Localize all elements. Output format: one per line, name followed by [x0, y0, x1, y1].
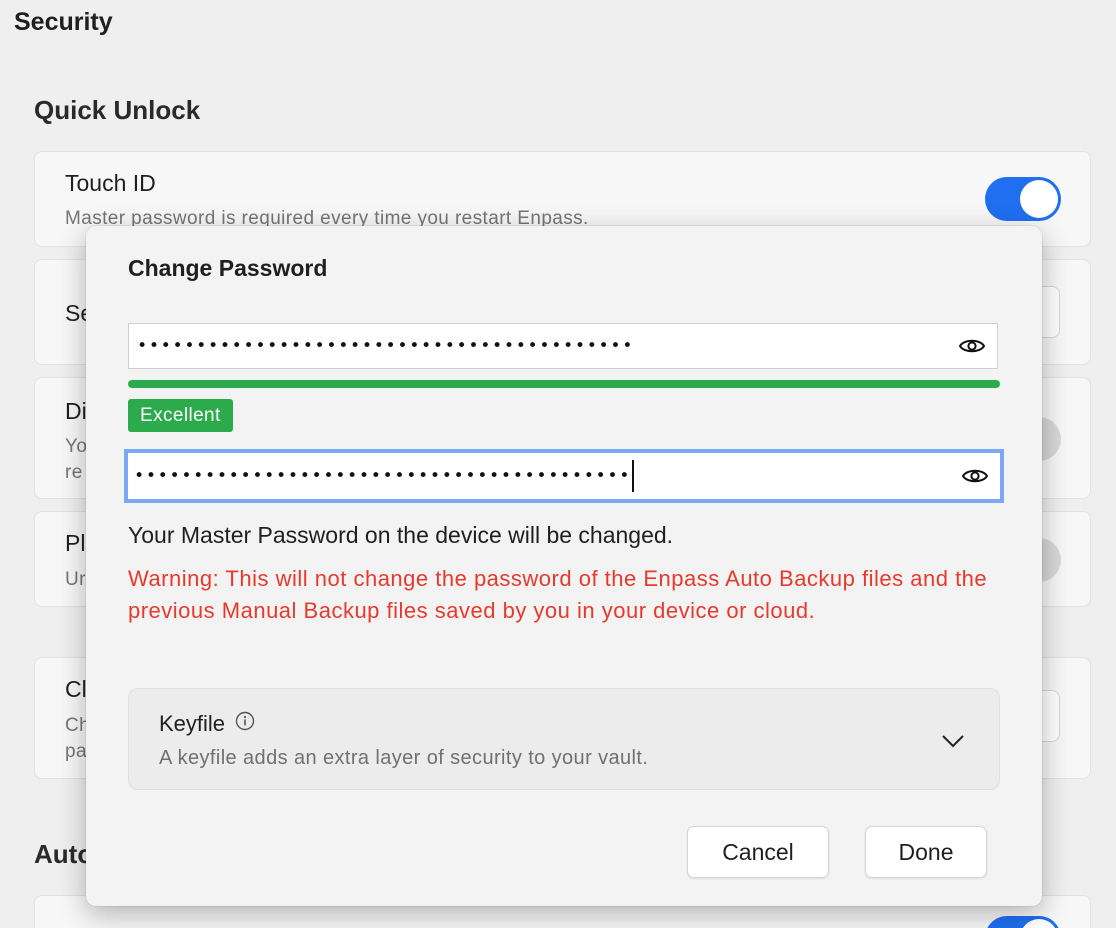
confirm-password-value: ••••••••••••••••••••••••••••••••••••••••… [128, 460, 950, 492]
keyfile-title-row: Keyfile [159, 711, 255, 737]
card-5-title: Cl [65, 676, 87, 702]
text-caret [632, 460, 635, 492]
keyfile-title: Keyfile [159, 711, 226, 736]
card-3-title: Di [65, 398, 87, 424]
page-title: Security [14, 8, 113, 36]
warning-message: Warning: This will not change the passwo… [128, 566, 988, 623]
card-3-sub-1: Yo [65, 436, 88, 457]
card-5-sub-2: pa [65, 741, 87, 762]
keyfile-section[interactable]: Keyfile A keyfile adds an extra layer of… [128, 688, 1000, 790]
done-button[interactable]: Done [865, 826, 987, 878]
info-icon[interactable] [235, 711, 255, 737]
eye-icon[interactable] [947, 324, 997, 368]
new-password-value: ••••••••••••••••••••••••••••••••••••••••… [137, 336, 635, 356]
password-strength-bar [128, 380, 1000, 388]
change-password-dialog: Change Password ••••••••••••••••••••••••… [86, 226, 1042, 906]
toggle-knob [1020, 919, 1058, 928]
cancel-button[interactable]: Cancel [687, 826, 829, 878]
card-4-sub: Ur [65, 569, 86, 590]
card-4-title: Pl [65, 530, 86, 556]
section-title-auto: Auto [34, 839, 94, 869]
card-3-sub-2: re [65, 462, 83, 483]
info-message: Your Master Password on the device will … [128, 522, 674, 548]
toggle-knob [1020, 180, 1058, 218]
keyfile-subtitle: A keyfile adds an extra layer of securit… [159, 747, 649, 769]
touch-id-title: Touch ID [65, 170, 156, 196]
section-title-quick-unlock: Quick Unlock [34, 95, 201, 125]
touch-id-toggle[interactable] [985, 177, 1061, 221]
new-password-field[interactable]: ••••••••••••••••••••••••••••••••••••••••… [128, 323, 998, 369]
password-strength-badge: Excellent [128, 399, 233, 432]
confirm-password-text: ••••••••••••••••••••••••••••••••••••••••… [134, 466, 632, 486]
confirm-password-field[interactable]: ••••••••••••••••••••••••••••••••••••••••… [124, 449, 1004, 503]
dialog-title: Change Password [128, 255, 328, 281]
eye-icon[interactable] [950, 453, 1000, 499]
card-6-toggle[interactable] [985, 916, 1061, 928]
chevron-down-icon[interactable] [937, 725, 969, 757]
